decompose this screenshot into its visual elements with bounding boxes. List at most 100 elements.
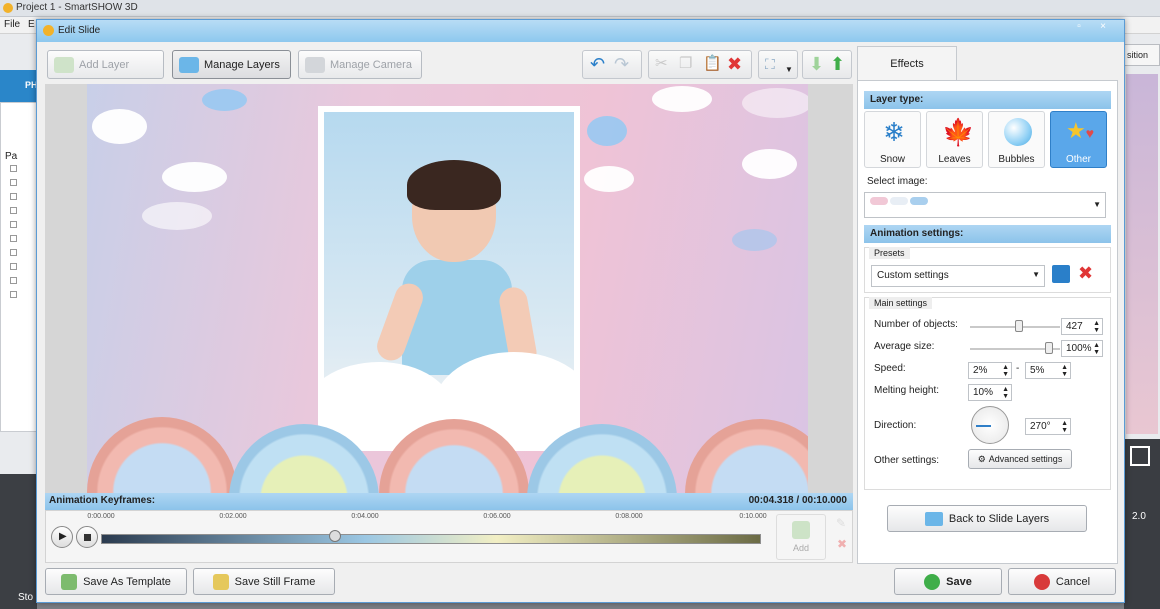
layer-type-leaves[interactable]: 🍁 Leaves [926, 111, 983, 168]
stepper-icon[interactable]: ▲ ▼ [1093, 320, 1100, 334]
save-still-frame-button[interactable]: Save Still Frame [193, 568, 335, 595]
align-icon[interactable]: ⛶ [765, 54, 775, 74]
left-tab[interactable]: PH [0, 70, 38, 102]
stepper-icon[interactable]: ▲ ▼ [1061, 420, 1068, 434]
delete-icon[interactable]: ✖ [727, 54, 742, 74]
layers-icon [179, 56, 199, 73]
melting-height-value: 10% [973, 387, 994, 398]
tick-label: 0:06.000 [483, 513, 511, 520]
effects-panel: Layer type: ❄ Snow 🍁 Leaves Bubbles ★♥ O… [857, 80, 1118, 564]
average-size-input[interactable]: 100% ▲ ▼ [1061, 340, 1103, 357]
direction-input[interactable]: 270° ▲ ▼ [1025, 418, 1071, 435]
delete-keyframe-icon[interactable]: ✖ [837, 537, 847, 551]
tree-expander[interactable] [10, 221, 17, 228]
preview-thumbnail [1126, 74, 1158, 434]
fullscreen-icon[interactable] [1130, 446, 1150, 466]
save-label: Save [946, 575, 972, 588]
tree-expander[interactable] [10, 179, 17, 186]
manage-camera-button[interactable]: Manage Camera [298, 50, 422, 79]
tree-expander[interactable] [10, 277, 17, 284]
layer-type-bubbles[interactable]: Bubbles [988, 111, 1045, 168]
menu-edit[interactable]: E [28, 19, 35, 30]
photo-frame[interactable] [318, 106, 580, 451]
manage-camera-label: Manage Camera [330, 58, 412, 71]
tree-expander[interactable] [10, 263, 17, 270]
paste-icon[interactable]: 📋 [703, 54, 722, 74]
save-as-template-button[interactable]: Save As Template [45, 568, 187, 595]
chevron-down-icon[interactable]: ▼ [785, 60, 793, 80]
keyframes-time: 00:04.318 / 00:10.000 [748, 495, 847, 506]
cut-icon[interactable]: ✂ [655, 54, 668, 74]
cloud-blue-icon [910, 197, 928, 205]
timeline-strip: Sto [0, 474, 37, 609]
tree-expander[interactable] [10, 193, 17, 200]
cancel-button[interactable]: Cancel [1008, 568, 1116, 595]
cloud [742, 149, 797, 179]
advanced-settings-button[interactable]: ⚙ Advanced settings [968, 449, 1072, 469]
tree-root-label: Pa [5, 151, 18, 162]
manage-layers-button[interactable]: Manage Layers [172, 50, 291, 79]
snowflake-icon: ❄ [883, 117, 905, 147]
tab-effects[interactable]: Effects [857, 46, 957, 82]
save-button[interactable]: Save [894, 568, 1002, 595]
preset-select[interactable]: Custom settings ▼ [871, 265, 1045, 287]
copy-icon[interactable]: ❐ [679, 54, 692, 74]
direction-dial[interactable] [971, 406, 1009, 444]
dialog-app-icon [43, 25, 54, 36]
tree-expander[interactable] [10, 235, 17, 242]
playhead-marker[interactable] [329, 530, 341, 542]
slider-thumb[interactable] [1015, 320, 1023, 332]
background-left-panel: PH Pa Sto [0, 34, 38, 609]
stepper-icon[interactable]: ▲ ▼ [1002, 386, 1009, 400]
project-tree[interactable]: Pa [0, 102, 37, 432]
timeline-track[interactable] [101, 534, 761, 544]
undo-redo-group: ↶ ↷ [582, 50, 642, 79]
save-preset-icon[interactable] [1052, 265, 1070, 283]
chevron-down-icon[interactable]: ▼ [1093, 200, 1101, 209]
stepper-icon[interactable]: ▲ ▼ [1061, 364, 1068, 378]
melting-height-input[interactable]: 10% ▲ ▼ [968, 384, 1012, 401]
stepper-icon[interactable]: ▲ ▼ [1002, 364, 1009, 378]
tree-expander[interactable] [10, 165, 17, 172]
tree-expander[interactable] [10, 291, 17, 298]
add-layer-button[interactable]: Add Layer [47, 50, 164, 79]
delete-preset-icon[interactable]: ✖ [1078, 263, 1093, 284]
move-down-icon[interactable]: ⬇ [809, 54, 824, 74]
tick-label: 0:08.000 [615, 513, 643, 520]
speed-max-input[interactable]: 5% ▲ ▼ [1025, 362, 1071, 379]
direction-label: Direction: [874, 420, 917, 431]
speed-min-input[interactable]: 2% ▲ ▼ [968, 362, 1012, 379]
layer-type-snow[interactable]: ❄ Snow [864, 111, 921, 168]
menu-file[interactable]: File [4, 19, 20, 30]
stop-button[interactable] [76, 526, 98, 548]
stepper-icon[interactable]: ▲ ▼ [1093, 342, 1100, 356]
image-select[interactable]: ▼ [864, 192, 1106, 218]
main-settings-label: Main settings [869, 297, 933, 309]
keyframe-timeline[interactable]: ▶ 0:00.000 0:02.000 0:04.000 0:06.000 0:… [45, 510, 853, 563]
transition-button[interactable]: sition [1124, 44, 1160, 66]
number-of-objects-value: 427 [1066, 321, 1083, 332]
leaf-icon: 🍁 [942, 117, 975, 147]
slider-thumb[interactable] [1045, 342, 1053, 354]
close-button[interactable]: × [1093, 21, 1113, 35]
edit-keyframe-icon[interactable]: ✎ [836, 516, 846, 530]
tree-expander[interactable] [10, 249, 17, 256]
move-up-icon[interactable]: ⬆ [830, 54, 845, 74]
chevron-down-icon[interactable]: ▼ [1032, 270, 1040, 279]
back-to-slide-layers-button[interactable]: Back to Slide Layers [887, 505, 1087, 532]
redo-icon[interactable]: ↷ [614, 54, 629, 74]
add-keyframe-button[interactable]: Add [776, 514, 826, 560]
tree-expander[interactable] [10, 207, 17, 214]
maximize-button[interactable]: ▫ [1069, 21, 1089, 35]
play-button[interactable]: ▶ [51, 526, 73, 548]
number-of-objects-input[interactable]: 427 ▲ ▼ [1061, 318, 1103, 335]
layer-type-other[interactable]: ★♥ Other [1050, 111, 1107, 168]
slide-preview[interactable] [87, 84, 808, 509]
undo-icon[interactable]: ↶ [590, 54, 605, 74]
cloud [92, 109, 147, 144]
stop-icon [84, 534, 91, 541]
slide-canvas[interactable] [45, 84, 853, 509]
duration-value: 2.0 [1132, 511, 1146, 522]
add-keyframe-icon [792, 521, 810, 539]
speed-label: Speed: [874, 363, 906, 374]
